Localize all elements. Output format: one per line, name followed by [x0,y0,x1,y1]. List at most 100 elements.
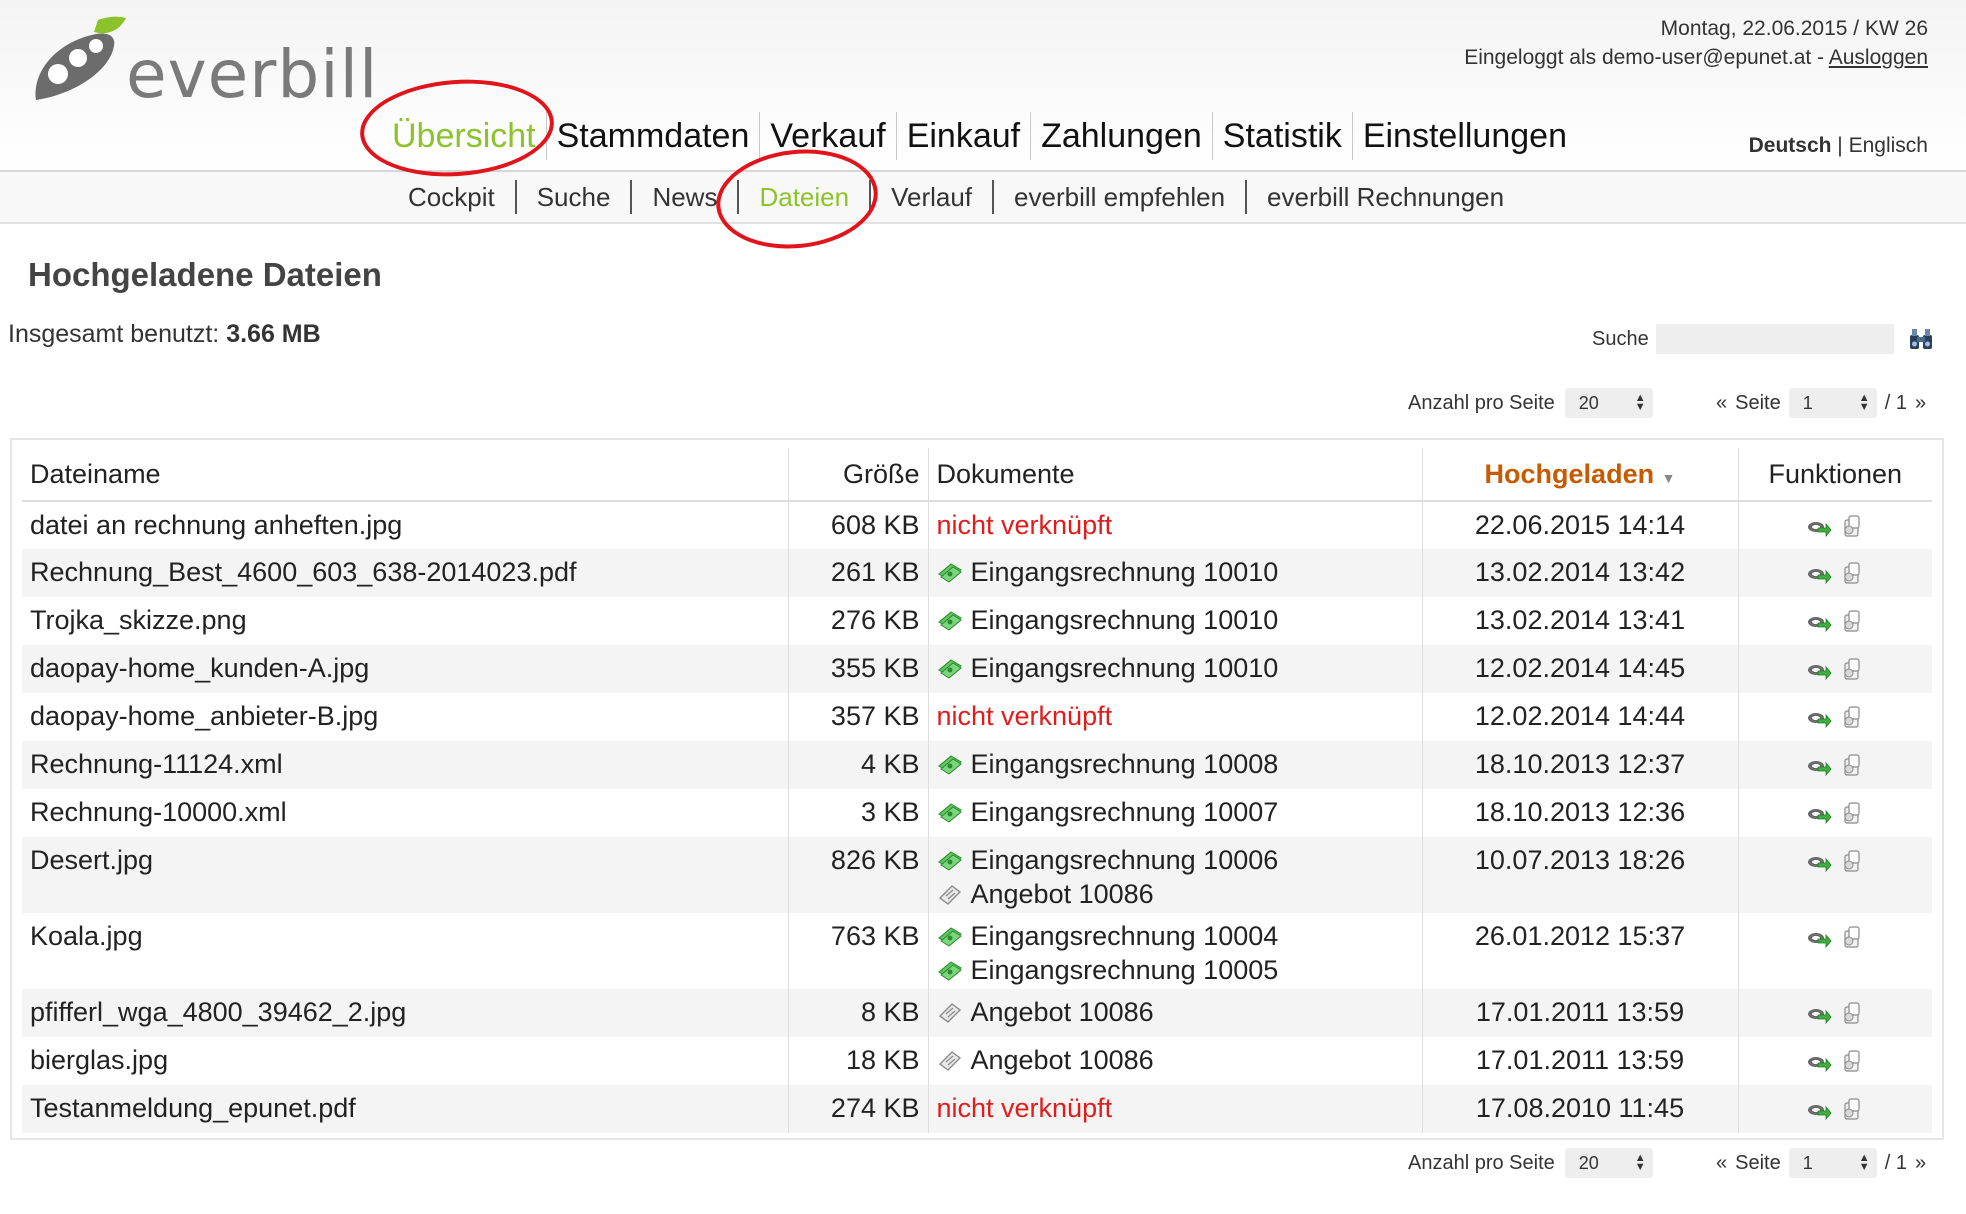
subnav-verlauf[interactable]: Verlauf [871,180,995,214]
doc-link[interactable]: Eingangsrechnung 10010 [971,555,1279,589]
cell-filename[interactable]: daopay-home_anbieter-B.jpg [22,693,789,741]
subnav-suche[interactable]: Suche [517,180,633,214]
cell-size: 355 KB [788,645,929,693]
everbill-logo[interactable]: everbill [28,12,377,113]
cell-size: 608 KB [788,501,929,549]
delete-icon[interactable] [1840,703,1864,737]
delete-icon[interactable] [1840,799,1864,833]
cell-filename[interactable]: daopay-home_kunden-A.jpg [22,645,789,693]
lang-deutsch[interactable]: Deutsch [1749,134,1832,157]
subnav-cockpit[interactable]: Cockpit [400,180,517,214]
search-input[interactable] [1656,324,1894,354]
link-arrow-icon[interactable] [1806,923,1832,957]
cell-filename[interactable]: Koala.jpg [22,913,789,989]
doc-link[interactable]: Eingangsrechnung 10004 [971,919,1279,953]
doc-link[interactable]: Angebot 10086 [971,877,1154,911]
per-page-label: Anzahl pro Seite [1408,391,1555,414]
lang-englisch[interactable]: Englisch [1849,134,1928,157]
doc-link[interactable]: Eingangsrechnung 10010 [971,651,1279,685]
doc-link[interactable]: Angebot 10086 [971,995,1154,1029]
cell-filename[interactable]: bierglas.jpg [22,1037,789,1085]
pager-next[interactable]: » [1915,392,1926,415]
delete-icon[interactable] [1840,512,1864,546]
cell-size: 4 KB [788,741,929,789]
pager-prev[interactable]: « [1716,1152,1727,1175]
header-groesse[interactable]: Größe [788,448,929,502]
delete-icon[interactable] [1840,1047,1864,1081]
user-info: Montag, 22.06.2015 / KW 26 Eingeloggt al… [1464,14,1928,72]
select-arrows-icon: ▲ ▼ [1634,1152,1646,1173]
header-funktionen: Funktionen [1738,448,1932,502]
delete-icon[interactable] [1840,1095,1864,1129]
subnav-empfehlen[interactable]: everbill empfehlen [994,180,1248,214]
cell-uploaded: 17.08.2010 11:45 [1422,1085,1739,1133]
binoculars-icon[interactable] [1908,326,1934,352]
nav-stammdaten[interactable]: Stammdaten [547,112,761,160]
link-arrow-icon[interactable] [1806,703,1832,737]
nav-zahlungen[interactable]: Zahlungen [1031,112,1213,160]
page-total: / 1 [1884,391,1907,414]
header-dokumente[interactable]: Dokumente [928,448,1423,502]
link-arrow-icon[interactable] [1806,1095,1832,1129]
page-select[interactable]: 1 ▲ ▼ [1788,388,1877,418]
cell-filename[interactable]: Testanmeldung_epunet.pdf [22,1085,789,1133]
delete-icon[interactable] [1840,559,1864,593]
cell-uploaded: 17.01.2011 13:59 [1422,1037,1739,1085]
files-table: Dateiname Größe Dokumente Hochgeladen ▼ … [22,448,1932,1133]
delete-icon[interactable] [1840,923,1864,957]
cell-documents: Eingangsrechnung 10006 Angebot 10086 [928,837,1423,913]
link-arrow-icon[interactable] [1806,559,1832,593]
link-arrow-icon[interactable] [1806,655,1832,689]
doc-link[interactable]: Eingangsrechnung 10006 [971,843,1279,877]
delete-icon[interactable] [1840,751,1864,785]
pager-prev[interactable]: « [1716,392,1727,415]
header-dateiname[interactable]: Dateiname [22,448,789,502]
cell-filename[interactable]: Desert.jpg [22,837,789,913]
money-icon [937,560,971,584]
per-page-select[interactable]: 20 ▲ ▼ [1564,1148,1653,1178]
cell-filename[interactable]: Rechnung_Best_4600_603_638-2014023.pdf [22,549,789,597]
nav-einstellungen[interactable]: Einstellungen [1353,112,1577,160]
cell-functions [1738,913,1932,989]
doc-link[interactable]: Eingangsrechnung 10005 [971,953,1279,987]
delete-icon[interactable] [1840,655,1864,689]
doc-link[interactable]: Angebot 10086 [971,1043,1154,1077]
link-arrow-icon[interactable] [1806,751,1832,785]
delete-icon[interactable] [1840,847,1864,881]
cell-filename[interactable]: Rechnung-10000.xml [22,789,789,837]
cell-functions [1738,837,1932,913]
usage-value: 3.66 MB [226,320,321,348]
cell-documents: Angebot 10086 [928,989,1423,1037]
link-arrow-icon[interactable] [1806,799,1832,833]
money-icon [937,848,971,872]
nav-einkauf[interactable]: Einkauf [897,112,1032,160]
link-arrow-icon[interactable] [1806,847,1832,881]
cell-documents: nicht verknüpft [928,693,1423,741]
link-arrow-icon[interactable] [1806,1047,1832,1081]
delete-icon[interactable] [1840,999,1864,1033]
pager-next[interactable]: » [1915,1152,1926,1175]
cell-filename[interactable]: datei an rechnung anheften.jpg [22,501,789,549]
nav-statistik[interactable]: Statistik [1213,112,1353,160]
doc-link[interactable]: Eingangsrechnung 10008 [971,747,1279,781]
per-page-select[interactable]: 20 ▲ ▼ [1564,388,1653,418]
header-hochgeladen[interactable]: Hochgeladen ▼ [1422,448,1739,502]
logout-link[interactable]: Ausloggen [1829,46,1928,69]
link-arrow-icon[interactable] [1806,999,1832,1033]
cell-filename[interactable]: Rechnung-11124.xml [22,741,789,789]
doc-link[interactable]: Eingangsrechnung 10007 [971,795,1279,829]
page-select[interactable]: 1 ▲ ▼ [1788,1148,1877,1178]
subnav-rechnungen[interactable]: everbill Rechnungen [1247,180,1524,214]
cell-size: 826 KB [788,837,929,913]
link-arrow-icon[interactable] [1806,607,1832,641]
usage-label: Insgesamt benutzt: [8,320,220,348]
cell-filename[interactable]: pfifferl_wga_4800_39462_2.jpg [22,989,789,1037]
cell-filename[interactable]: Trojka_skizze.png [22,597,789,645]
link-arrow-icon[interactable] [1806,512,1832,546]
delete-icon[interactable] [1840,607,1864,641]
cell-size: 3 KB [788,789,929,837]
pager-top-per-page: Anzahl pro Seite 20 ▲ ▼ [1408,388,1653,418]
pea-pod-logo-icon [35,16,126,100]
doc-link[interactable]: Eingangsrechnung 10010 [971,603,1279,637]
money-icon [937,608,971,632]
